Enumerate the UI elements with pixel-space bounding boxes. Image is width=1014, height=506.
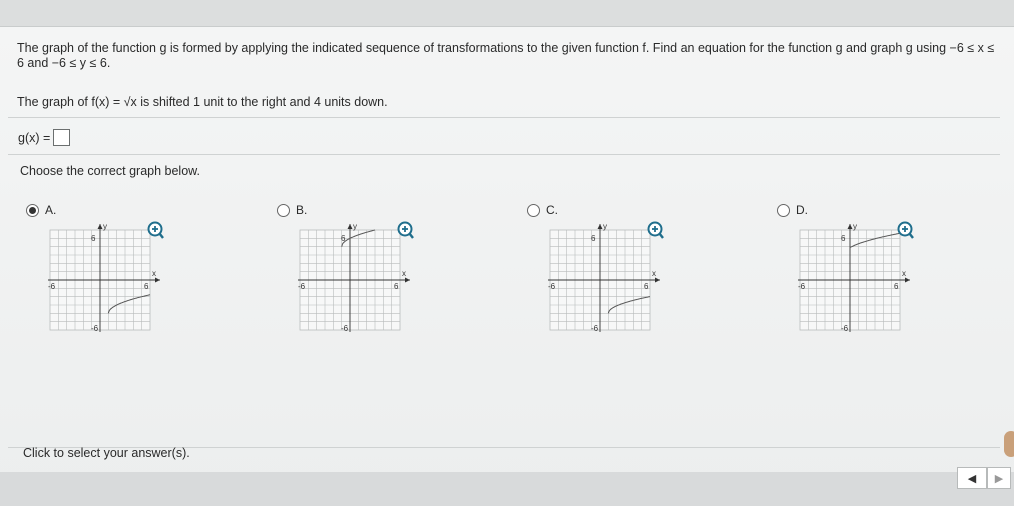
tick-label-y-pos: 6 <box>591 234 596 243</box>
y-axis-label: y <box>353 222 357 231</box>
tick-label-x-pos: 6 <box>394 282 399 291</box>
tick-label-x-pos: 6 <box>894 282 899 291</box>
radio-a[interactable] <box>26 203 39 217</box>
zoom-in-icon[interactable] <box>146 221 164 239</box>
x-axis-label: x <box>652 269 656 278</box>
graph-d[interactable]: yx6-6-6 6 <box>790 222 925 347</box>
y-axis-label: y <box>853 222 857 231</box>
triangle-left-icon: ◀ <box>967 472 977 485</box>
bottom-bar <box>0 472 1014 506</box>
answer-row: g(x) = <box>18 129 71 146</box>
x-axis-label: x <box>152 269 156 278</box>
problem-statement: The graph of the function g is formed by… <box>17 41 995 70</box>
tick-label-x-neg: -6 <box>548 282 556 291</box>
answer-input-box[interactable] <box>53 129 71 146</box>
tick-label-x-neg: -6 <box>48 282 56 291</box>
scroll-handle[interactable] <box>1004 431 1014 457</box>
divider <box>8 117 1000 118</box>
option-a[interactable]: A. <box>26 203 56 217</box>
option-d-label: D. <box>796 203 808 217</box>
option-c[interactable]: C. <box>527 203 558 217</box>
graph-c[interactable]: yx6-6-6 6 <box>540 222 675 347</box>
tick-label-y-neg: -6 <box>591 324 599 333</box>
tick-label-x-pos: 6 <box>644 282 649 291</box>
tick-label-y-pos: 6 <box>91 234 96 243</box>
x-axis-arrow <box>155 277 160 283</box>
zoom-in-icon[interactable] <box>896 221 914 239</box>
y-axis-arrow <box>597 224 603 229</box>
top-bar <box>0 0 1014 26</box>
divider <box>8 154 1000 155</box>
tick-label-x-neg: -6 <box>798 282 806 291</box>
option-d[interactable]: D. <box>777 203 808 217</box>
question-panel: The graph of the function g is formed by… <box>0 26 1014 506</box>
graph-b[interactable]: yx6-6-6 6 <box>290 222 425 347</box>
y-axis-arrow <box>347 224 353 229</box>
choose-prompt: Choose the correct graph below. <box>20 164 200 178</box>
tick-label-y-neg: -6 <box>341 324 349 333</box>
option-b[interactable]: B. <box>277 203 307 217</box>
option-a-label: A. <box>45 203 57 217</box>
y-axis-arrow <box>847 224 853 229</box>
y-axis-label: y <box>603 222 607 231</box>
y-axis-arrow <box>97 224 103 229</box>
x-axis-arrow <box>405 277 410 283</box>
x-axis-label: x <box>902 269 906 278</box>
tick-label-y-neg: -6 <box>91 324 99 333</box>
x-axis-arrow <box>905 277 910 283</box>
option-b-label: B. <box>296 203 308 217</box>
x-axis-label: x <box>402 269 406 278</box>
triangle-right-icon: ▶ <box>994 472 1004 485</box>
x-axis-arrow <box>655 277 660 283</box>
zoom-in-icon[interactable] <box>646 221 664 239</box>
tick-label-y-neg: -6 <box>841 324 849 333</box>
zoom-in-icon[interactable] <box>396 221 414 239</box>
graph-a[interactable]: yx6-6-6 6 <box>40 222 175 347</box>
transformation-text: The graph of f(x) = √x is shifted 1 unit… <box>17 95 388 109</box>
tick-label-y-pos: 6 <box>841 234 846 243</box>
nav-next-button[interactable]: ▶ <box>987 467 1011 489</box>
y-axis-label: y <box>103 222 107 231</box>
option-c-label: C. <box>546 203 558 217</box>
tick-label-x-pos: 6 <box>144 282 149 291</box>
radio-d[interactable] <box>777 203 790 217</box>
nav-prev-button[interactable]: ◀ <box>957 467 987 489</box>
tick-label-x-neg: -6 <box>298 282 306 291</box>
status-text: Click to select your answer(s). <box>23 446 190 460</box>
radio-b[interactable] <box>277 203 290 217</box>
radio-c[interactable] <box>527 203 540 217</box>
gx-label: g(x) = <box>18 130 51 145</box>
